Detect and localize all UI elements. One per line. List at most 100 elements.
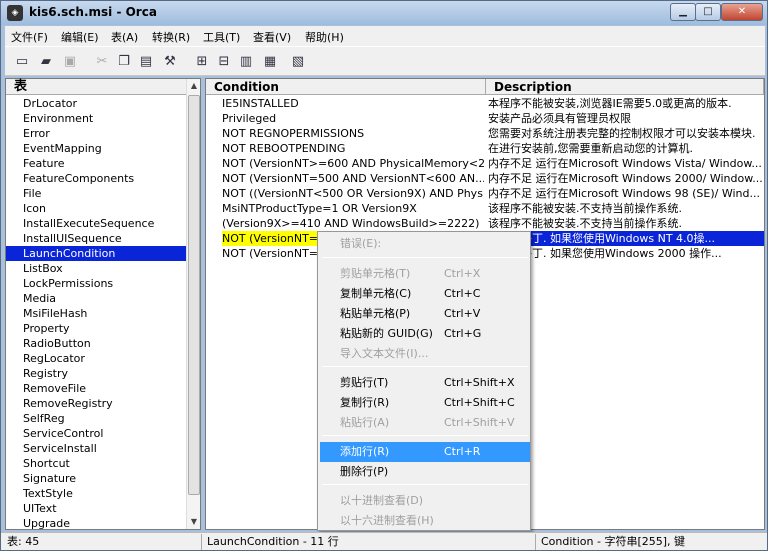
table-list-item[interactable]: Error [6,126,186,141]
table-list-item[interactable]: SelfReg [6,411,186,426]
context-menu-item[interactable]: 复制单元格(C) Ctrl+C [320,284,530,304]
description-cell[interactable]: 内存不足 运行在Microsoft Windows Vista/ Window.… [488,156,764,171]
cut-icon[interactable]: ✂ [93,53,111,71]
context-menu-item[interactable]: 以十进制查看(D) [320,491,530,511]
table-row[interactable]: NOT (VersionNT>=600 AND PhysicalMemory<2… [206,156,764,171]
table-list-item[interactable]: LaunchCondition [6,246,186,261]
paste-icon[interactable]: ▤ [137,53,155,71]
context-menu-item[interactable]: 粘贴行(A) Ctrl+Shift+V [320,413,530,433]
open-folder-icon[interactable]: ▰ [37,53,55,71]
table-row[interactable]: (Version9X>=410 AND WindowsBuild>=2222) … [206,216,764,231]
condition-cell[interactable]: NOT (VersionNT>=600 AND PhysicalMemory<2… [222,156,484,171]
context-menu-item[interactable]: 复制行(R) Ctrl+Shift+C [320,393,530,413]
table-list-item[interactable]: ServiceControl [6,426,186,441]
validate-icon[interactable]: ⚒ [161,53,179,71]
merge-module-icon[interactable]: ▧ [289,53,307,71]
table-list-item[interactable]: ListBox [6,261,186,276]
table-list-item[interactable]: RemoveFile [6,381,186,396]
menu-edit[interactable]: 编辑(E) [61,29,99,45]
description-cell[interactable]: 该程序不能被安装.不支持当前操作系统. [488,216,764,231]
condition-cell[interactable]: NOT ((VersionNT<500 OR Version9X) AND Ph… [222,186,484,201]
table-list-item[interactable]: RegLocator [6,351,186,366]
condition-cell[interactable]: Privileged [222,111,484,126]
table-list-item[interactable]: LockPermissions [6,276,186,291]
table-row[interactable]: MsiNTProductType=1 OR Version9X 该程序不能被安装.… [206,201,764,216]
context-menu-item[interactable]: 导入文本文件(I)... [320,344,530,364]
edit-table-icon[interactable]: ▦ [261,53,279,71]
condition-cell[interactable]: NOT (VersionNT=500 AND VersionNT<600 AN.… [222,171,484,186]
condition-cell[interactable]: MsiNTProductType=1 OR Version9X [222,201,484,216]
close-button[interactable]: ✕ [721,3,763,21]
menu-item-shortcut: Ctrl+G [444,327,482,340]
context-menu-item[interactable]: 添加行(R) Ctrl+R [320,442,530,462]
table-list-item[interactable]: FeatureComponents [6,171,186,186]
description-cell[interactable]: 该程序不能被安装.不支持当前操作系统. [488,201,764,216]
menu-tools[interactable]: 工具(T) [203,29,240,45]
table-list-item[interactable]: Icon [6,201,186,216]
table-list-item[interactable]: Environment [6,111,186,126]
add-table-icon[interactable]: ⊞ [193,53,211,71]
menu-item-label: 导入文本文件(I)... [340,347,429,360]
table-list-item[interactable]: InstallUISequence [6,231,186,246]
context-menu-item[interactable]: 以十六进制查看(H) [320,511,530,531]
context-menu-item[interactable]: 粘贴单元格(P) Ctrl+V [320,304,530,324]
save-icon[interactable]: ▣ [61,53,79,71]
description-cell[interactable]: 安装产品必须具有管理员权限 [488,111,764,126]
menu-transform[interactable]: 转换(R) [152,29,190,45]
column-header-description[interactable]: Description [486,79,764,95]
condition-cell[interactable]: IE5INSTALLED [222,96,484,111]
description-cell[interactable]: 内存不足 运行在Microsoft Windows 2000/ Window..… [488,171,764,186]
tables-icon[interactable]: ▥ [237,53,255,71]
condition-cell[interactable]: (Version9X>=410 AND WindowsBuild>=2222) … [222,216,484,231]
table-list-item[interactable]: EventMapping [6,141,186,156]
description-cell[interactable]: 本程序不能被安装,浏览器IE需要5.0或更高的版本. [488,96,764,111]
new-file-icon[interactable]: ▭ [13,53,31,71]
table-list-item[interactable]: RadioButton [6,336,186,351]
table-list-item[interactable]: TextStyle [6,486,186,501]
table-row[interactable]: NOT ((VersionNT<500 OR Version9X) AND Ph… [206,186,764,201]
context-menu-item[interactable]: 删除行(P) [320,462,530,482]
context-menu-item[interactable]: 剪贴行(T) Ctrl+Shift+X [320,373,530,393]
table-list-item[interactable]: RemoveRegistry [6,396,186,411]
context-menu-item[interactable]: 错误(E): [320,234,530,254]
table-list-item[interactable]: Media [6,291,186,306]
table-list-item[interactable]: DrLocator [6,96,186,111]
tables-list: DrLocator Environment Error EventMapping Fea… [6,96,186,531]
table-list-item[interactable]: File [6,186,186,201]
scrollbar-thumb[interactable] [188,95,200,495]
context-menu-item[interactable]: 剪贴单元格(T) Ctrl+X [320,264,530,284]
table-list-item[interactable]: UIText [6,501,186,516]
scroll-down-icon[interactable]: ▼ [187,515,201,529]
table-list-item[interactable]: Signature [6,471,186,486]
scroll-up-icon[interactable]: ▲ [187,79,201,93]
copy-icon[interactable]: ❐ [115,53,133,71]
minimize-button[interactable]: ▁ [670,3,696,21]
column-header-condition[interactable]: Condition [206,79,486,95]
add-row-icon[interactable]: ⊟ [215,53,233,71]
table-row[interactable]: NOT REBOOTPENDING 在进行安装前,您需要重新启动您的计算机. [206,141,764,156]
table-list-item[interactable]: InstallExecuteSequence [6,216,186,231]
table-list-item[interactable]: Feature [6,156,186,171]
condition-cell[interactable]: NOT REGNOPERMISSIONS [222,126,484,141]
menu-tables[interactable]: 表(A) [111,29,138,45]
description-cell[interactable]: 您需要对系统注册表完整的控制权限才可以安装本模块. [488,126,764,141]
menu-view[interactable]: 查看(V) [253,29,291,45]
maximize-button[interactable]: □ [695,3,721,21]
description-cell[interactable]: 内存不足 运行在Microsoft Windows 98 (SE)/ Wind.… [488,186,764,201]
table-list-item[interactable]: ServiceInstall [6,441,186,456]
description-cell[interactable]: 在进行安装前,您需要重新启动您的计算机. [488,141,764,156]
table-row[interactable]: NOT REGNOPERMISSIONS 您需要对系统注册表完整的控制权限才可以安… [206,126,764,141]
table-list-item[interactable]: Registry [6,366,186,381]
table-list-item[interactable]: Property [6,321,186,336]
tables-scrollbar[interactable]: ▲ ▼ [186,79,200,529]
table-list-item[interactable]: Upgrade [6,516,186,531]
condition-cell[interactable]: NOT REBOOTPENDING [222,141,484,156]
table-row[interactable]: Privileged 安装产品必须具有管理员权限 [206,111,764,126]
menu-file[interactable]: 文件(F) [11,29,48,45]
context-menu-item[interactable]: 粘贴新的 GUID(G) Ctrl+G [320,324,530,344]
table-row[interactable]: IE5INSTALLED 本程序不能被安装,浏览器IE需要5.0或更高的版本. [206,96,764,111]
table-list-item[interactable]: Shortcut [6,456,186,471]
menu-help[interactable]: 帮助(H) [305,29,344,45]
table-row[interactable]: NOT (VersionNT=500 AND VersionNT<600 AN.… [206,171,764,186]
table-list-item[interactable]: MsiFileHash [6,306,186,321]
